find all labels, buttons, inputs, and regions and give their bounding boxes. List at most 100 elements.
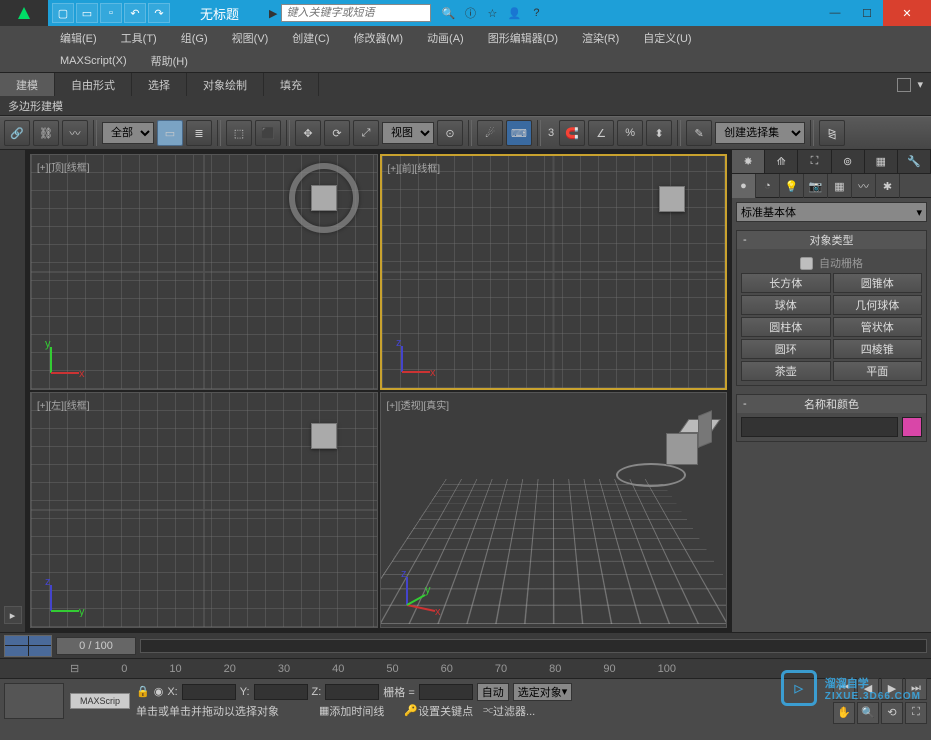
app-logo[interactable] xyxy=(0,0,48,26)
percent-snap-icon[interactable]: % xyxy=(617,120,643,146)
cylinder-button[interactable]: 圆柱体 xyxy=(741,317,831,337)
utilities-tab-icon[interactable]: 🔧 xyxy=(898,150,931,173)
qat-open-icon[interactable]: ▭ xyxy=(76,3,98,23)
select-by-name-icon[interactable]: ≣ xyxy=(186,120,212,146)
keyfilter-icon[interactable]: ⫗ xyxy=(483,704,493,717)
viewport-label[interactable]: [+][透视][真实] xyxy=(387,397,450,412)
goto-start-icon[interactable]: ⏮ xyxy=(833,678,855,700)
menu-customize[interactable]: 自定义(U) xyxy=(643,30,691,46)
binoculars-icon[interactable]: 🔍 xyxy=(439,4,457,22)
viewport-config-icon[interactable] xyxy=(4,635,52,657)
prev-frame-icon[interactable]: ◀ xyxy=(857,678,879,700)
auto-key-button[interactable]: 自动 xyxy=(477,683,509,701)
tab-freeform[interactable]: 自由形式 xyxy=(55,73,132,96)
key-icon[interactable]: 🔑 xyxy=(404,704,418,717)
motion-tab-icon[interactable]: ⊚ xyxy=(832,150,865,173)
select-object-icon[interactable]: ▭ xyxy=(157,120,183,146)
mini-curve-editor[interactable] xyxy=(4,683,64,719)
unlink-icon[interactable]: ⛓ xyxy=(33,120,59,146)
plane-button[interactable]: 平面 xyxy=(833,361,923,381)
qat-redo-icon[interactable]: ↷ xyxy=(148,3,170,23)
minimize-button[interactable]: — xyxy=(819,0,851,26)
lock-icon[interactable]: 🔒 xyxy=(136,685,150,698)
rollout-header-namecolor[interactable]: - 名称和颜色 xyxy=(737,395,926,413)
rect-region-icon[interactable]: ⬚ xyxy=(226,120,252,146)
box-button[interactable]: 长方体 xyxy=(741,273,831,293)
menu-animation[interactable]: 动画(A) xyxy=(427,30,464,46)
key-target-dropdown[interactable]: 选定对象 ▾ xyxy=(513,683,573,701)
menu-maxscript[interactable]: MAXScript(X) xyxy=(60,55,127,67)
modify-tab-icon[interactable]: ⟰ xyxy=(765,150,798,173)
pyramid-button[interactable]: 四棱锥 xyxy=(833,339,923,359)
viewport-top[interactable]: [+][顶][线框] yx xyxy=(30,154,378,390)
expand-panel-icon[interactable]: ▸ xyxy=(4,606,22,624)
ribbon-dropdown-icon[interactable]: ▾ xyxy=(917,78,923,91)
communication-icon[interactable]: ☆ xyxy=(483,4,501,22)
link-icon[interactable]: 🔗 xyxy=(4,120,30,146)
bind-spacewarp-icon[interactable]: 〰 xyxy=(62,120,88,146)
viewcube-icon[interactable] xyxy=(311,423,337,449)
menu-tools[interactable]: 工具(T) xyxy=(121,30,157,46)
menu-group[interactable]: 组(G) xyxy=(181,30,208,46)
spinner-snap-icon[interactable]: ⬍ xyxy=(646,120,672,146)
cone-button[interactable]: 圆锥体 xyxy=(833,273,923,293)
isolate-icon[interactable]: ◉ xyxy=(154,685,164,698)
graphite-panel-label[interactable]: 多边形建模 xyxy=(0,96,931,116)
menu-modifiers[interactable]: 修改器(M) xyxy=(354,30,404,46)
viewcube-icon[interactable] xyxy=(311,185,337,211)
key-toggle-icon[interactable]: ⊟ xyxy=(70,662,79,675)
tab-selection[interactable]: 选择 xyxy=(132,73,187,96)
time-slider-handle[interactable]: 0 / 100 xyxy=(56,637,136,655)
viewport-front[interactable]: [+][前][线框] zx xyxy=(380,154,728,390)
object-name-input[interactable] xyxy=(741,417,898,437)
menu-rendering[interactable]: 渲染(R) xyxy=(582,30,619,46)
help-icon[interactable]: ? xyxy=(527,4,545,22)
viewport-left[interactable]: [+][左][线框] zy xyxy=(30,392,378,628)
named-selection-dropdown[interactable]: 创建选择集 xyxy=(715,122,805,144)
teapot-button[interactable]: 茶壶 xyxy=(741,361,831,381)
geometry-cat-icon[interactable]: ● xyxy=(732,174,756,198)
menu-grapheditors[interactable]: 图形编辑器(D) xyxy=(488,30,558,46)
tab-modeling[interactable]: 建模 xyxy=(0,73,55,96)
ref-coord-dropdown[interactable]: 视图 xyxy=(382,122,434,144)
viewport-label[interactable]: [+][顶][线框] xyxy=(37,159,90,174)
viewport-label[interactable]: [+][前][线框] xyxy=(388,160,441,175)
timetag-icon[interactable]: ▦ xyxy=(319,704,329,717)
selection-filter-dropdown[interactable]: 全部 xyxy=(102,122,154,144)
menu-help[interactable]: 帮助(H) xyxy=(151,53,188,69)
primitive-type-dropdown[interactable]: 标准基本体 ▾ xyxy=(736,202,927,222)
keyboard-shortcut-icon[interactable]: ⌨ xyxy=(506,120,532,146)
add-time-tag[interactable]: 添加时间线 xyxy=(329,703,384,719)
hierarchy-tab-icon[interactable]: ⛶ xyxy=(798,150,831,173)
menu-edit[interactable]: 编辑(E) xyxy=(60,30,97,46)
qat-save-icon[interactable]: ▫ xyxy=(100,3,122,23)
cameras-cat-icon[interactable]: 📷 xyxy=(804,174,828,198)
zoom-icon[interactable]: 🔍 xyxy=(857,702,879,724)
set-key-button[interactable]: 设置关键点 xyxy=(418,703,473,719)
lights-cat-icon[interactable]: 💡 xyxy=(780,174,804,198)
move-icon[interactable]: ✥ xyxy=(295,120,321,146)
close-button[interactable]: ✕ xyxy=(883,0,931,26)
sign-in-icon[interactable]: 👤 xyxy=(505,4,523,22)
scale-icon[interactable]: ⤢ xyxy=(353,120,379,146)
next-frame-icon[interactable]: ⏭ xyxy=(905,678,927,700)
rotate-icon[interactable]: ⟳ xyxy=(324,120,350,146)
maxscript-listener[interactable]: MAXScrip xyxy=(70,693,130,709)
tab-populate[interactable]: 填充 xyxy=(264,73,319,96)
viewport-label[interactable]: [+][左][线框] xyxy=(37,397,90,412)
helpers-cat-icon[interactable]: ▦ xyxy=(828,174,852,198)
y-input[interactable] xyxy=(254,684,308,700)
viewcube-icon[interactable] xyxy=(659,186,685,212)
pan-icon[interactable]: ✋ xyxy=(833,702,855,724)
track-bar[interactable]: ⊟ 0 10 20 30 40 50 60 70 80 90 100 xyxy=(0,658,931,678)
shapes-cat-icon[interactable]: ◔ xyxy=(756,174,780,198)
qat-new-icon[interactable]: ▢ xyxy=(52,3,74,23)
play-icon[interactable]: ▶ xyxy=(881,678,903,700)
sphere-button[interactable]: 球体 xyxy=(741,295,831,315)
tube-button[interactable]: 管状体 xyxy=(833,317,923,337)
viewport-perspective[interactable]: [+][透视][真实] zxy xyxy=(380,392,728,628)
systems-cat-icon[interactable]: ✱ xyxy=(876,174,900,198)
display-tab-icon[interactable]: ▦ xyxy=(865,150,898,173)
x-input[interactable] xyxy=(182,684,236,700)
named-selection-edit-icon[interactable]: ✎ xyxy=(686,120,712,146)
